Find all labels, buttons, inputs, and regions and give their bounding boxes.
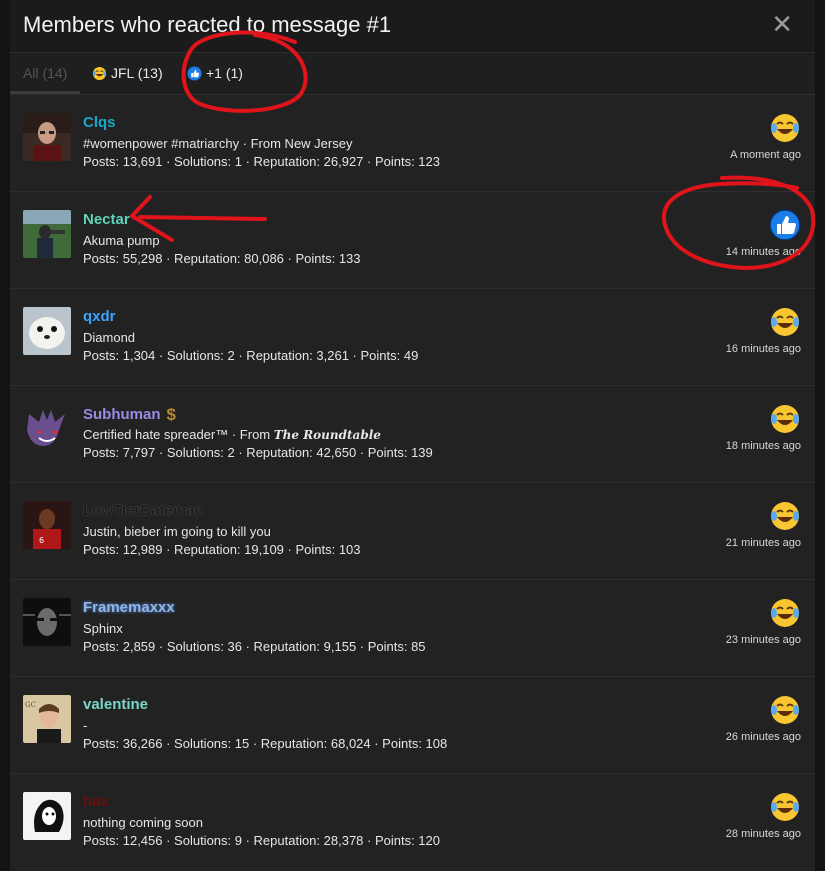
reaction-time[interactable]: A moment ago xyxy=(730,149,801,161)
thumbs-up-icon xyxy=(187,65,202,81)
laughing-crying-emoji-icon xyxy=(771,793,799,821)
list-item: 6 LowTierBateman Justin, bieber im going… xyxy=(10,483,815,580)
username[interactable]: qxdr xyxy=(83,308,116,325)
tab-jfl[interactable]: JFL (13) xyxy=(92,65,163,81)
avatar[interactable] xyxy=(23,210,71,258)
user-title: Diamond xyxy=(83,330,136,345)
laughing-crying-emoji-icon xyxy=(771,502,799,530)
laughing-crying-emoji-icon xyxy=(771,405,799,433)
user-stats: Posts: 2,859 · Solutions: 36 · Reputatio… xyxy=(83,639,426,654)
dollar-icon: $ xyxy=(166,405,176,424)
avatar[interactable] xyxy=(23,404,71,452)
reaction-time[interactable]: 23 minutes ago xyxy=(726,634,801,646)
user-stats: Posts: 36,266 · Solutions: 15 · Reputati… xyxy=(83,736,448,751)
reaction-time[interactable]: 14 minutes ago xyxy=(726,246,801,258)
reaction-time[interactable]: 26 minutes ago xyxy=(726,731,801,743)
reactions-modal: Members who reacted to message #1 ✕ All … xyxy=(10,0,815,871)
avatar[interactable]: 6 xyxy=(23,501,71,549)
username[interactable]: LowTierBateman xyxy=(83,502,204,519)
user-title: Sphinx xyxy=(83,621,123,636)
user-title: #womenpower #matriarchy · From New Jerse… xyxy=(83,136,353,151)
list-item: qxdr Diamond Posts: 1,304 · Solutions: 2… xyxy=(10,289,815,386)
svg-text:6: 6 xyxy=(39,536,44,545)
user-title: Certified hate spreader™ · From The Roun… xyxy=(83,427,381,442)
user-title: Justin, bieber im going to kill you xyxy=(83,524,271,539)
reaction-time[interactable]: 28 minutes ago xyxy=(726,828,801,840)
laughing-crying-emoji-icon xyxy=(771,599,799,627)
user-stats: Posts: 13,691 · Solutions: 1 · Reputatio… xyxy=(83,154,440,169)
svg-text:GC: GC xyxy=(25,701,36,709)
avatar[interactable]: GC xyxy=(23,695,71,743)
roundtable-link[interactable]: The Roundtable xyxy=(274,428,381,442)
username[interactable]: valentine xyxy=(83,696,148,713)
reaction-tabs: All (14) JFL (13) +1 (1) xyxy=(10,53,815,95)
close-icon[interactable]: ✕ xyxy=(771,11,793,37)
user-stats: Posts: 12,989 · Reputation: 19,109 · Poi… xyxy=(83,542,361,557)
laughing-crying-emoji-icon xyxy=(771,696,799,724)
reaction-time[interactable]: 21 minutes ago xyxy=(726,537,801,549)
reaction-time[interactable]: 18 minutes ago xyxy=(726,440,801,452)
laughing-crying-emoji-icon xyxy=(771,308,799,336)
laughing-crying-emoji-icon xyxy=(92,66,107,80)
user-stats: Posts: 12,456 · Solutions: 9 · Reputatio… xyxy=(83,833,440,848)
list-item: Clqs #womenpower #matriarchy · From New … xyxy=(10,95,815,192)
tab-jfl-label: JFL (13) xyxy=(111,65,163,81)
user-title: nothing coming soon xyxy=(83,815,203,830)
user-title: - xyxy=(83,718,88,733)
modal-title: Members who reacted to message #1 xyxy=(23,12,392,37)
list-item: Framemaxxx Sphinx Posts: 2,859 · Solutio… xyxy=(10,580,815,677)
avatar[interactable] xyxy=(23,307,71,355)
user-stats: Posts: 1,304 · Solutions: 2 · Reputation… xyxy=(83,348,419,363)
avatar[interactable] xyxy=(23,598,71,646)
tab-all-label: All (14) xyxy=(23,65,68,81)
list-item: Subhuman $ Certified hate spreader™ · Fro… xyxy=(10,386,815,483)
modal-header: Members who reacted to message #1 ✕ xyxy=(10,0,815,53)
username[interactable]: Nectar xyxy=(83,211,130,228)
username[interactable]: Framemaxxx xyxy=(83,599,175,616)
user-stats: Posts: 7,797 · Solutions: 2 · Reputation… xyxy=(83,445,433,460)
thumbs-up-icon xyxy=(769,209,801,241)
reaction-time[interactable]: 16 minutes ago xyxy=(726,343,801,355)
list-item: GC valentine - Posts: 36,266 · Solutions… xyxy=(10,677,815,774)
username[interactable]: hax xyxy=(83,793,109,810)
username[interactable]: Clqs xyxy=(83,114,116,131)
user-title: Akuma pump xyxy=(83,233,160,248)
tab-plus-one[interactable]: +1 (1) xyxy=(187,65,243,81)
tab-active-underline xyxy=(10,91,80,94)
tab-plus-one-label: +1 (1) xyxy=(206,65,243,81)
username[interactable]: Subhuman $ xyxy=(83,405,176,425)
avatar[interactable] xyxy=(23,792,71,840)
list-item: hax nothing coming soon Posts: 12,456 · … xyxy=(10,774,815,870)
tab-all[interactable]: All (14) xyxy=(23,65,67,81)
laughing-crying-emoji-icon xyxy=(771,114,799,142)
avatar[interactable] xyxy=(23,113,71,161)
list-item: Nectar Akuma pump Posts: 55,298 · Reputa… xyxy=(10,192,815,289)
user-stats: Posts: 55,298 · Reputation: 80,086 · Poi… xyxy=(83,251,361,266)
member-list: Clqs #womenpower #matriarchy · From New … xyxy=(10,95,815,870)
